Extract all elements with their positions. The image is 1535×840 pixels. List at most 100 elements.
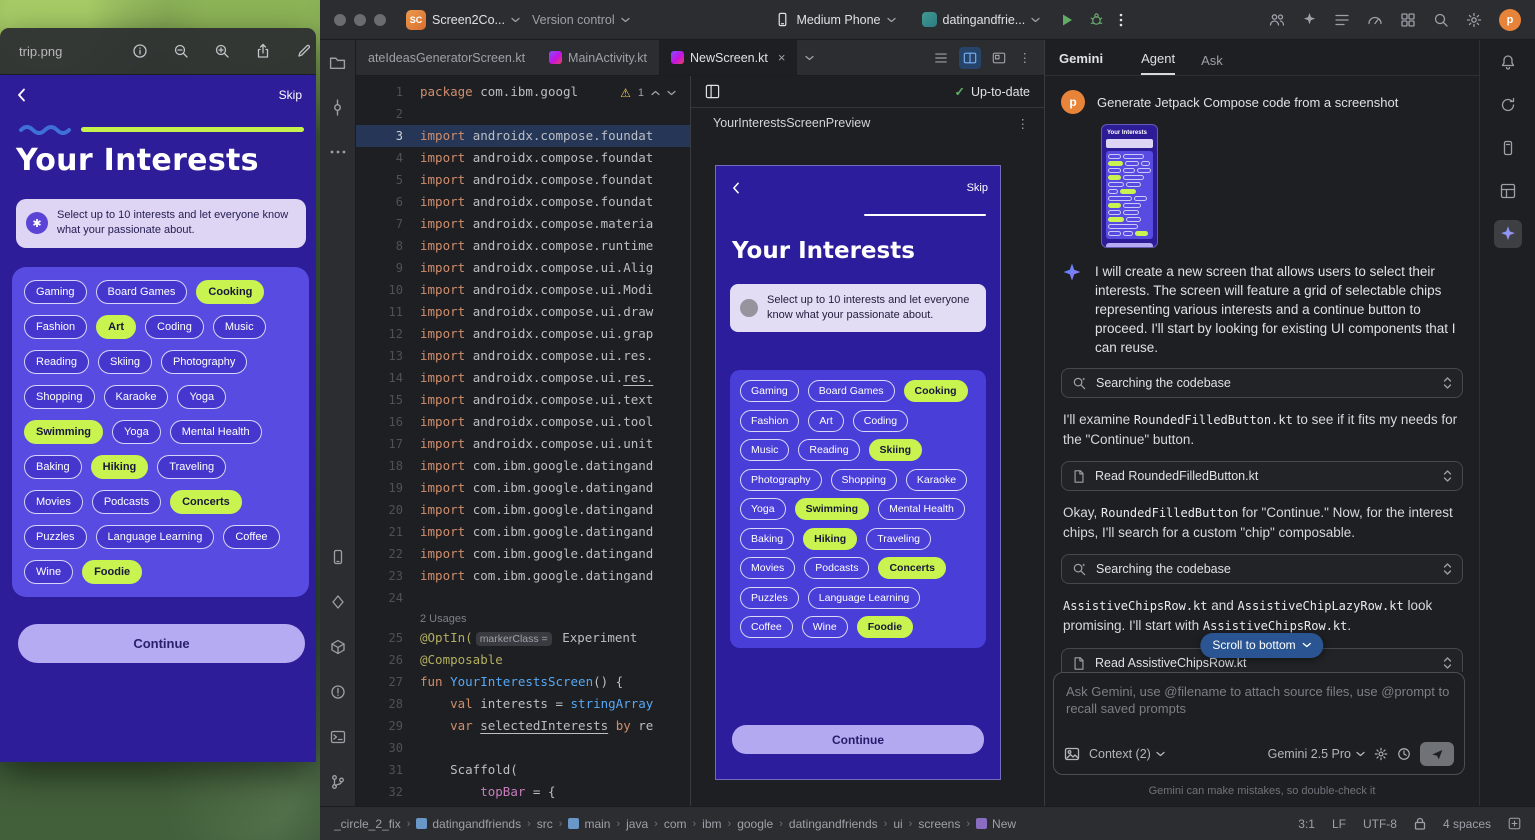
tool-call-row[interactable]: Searching the codebase — [1061, 368, 1463, 398]
gradle-sync-icon[interactable] — [1494, 91, 1522, 119]
readonly-lock-icon[interactable] — [1414, 817, 1426, 830]
breadcrumb-item[interactable]: src — [537, 817, 553, 831]
send-button[interactable] — [1420, 742, 1454, 766]
thumbnail-card — [1106, 139, 1153, 148]
hidden-tabs-chevron-icon[interactable] — [797, 40, 822, 75]
code-with-me-icon[interactable] — [1269, 12, 1285, 28]
tab-agent[interactable]: Agent — [1141, 51, 1175, 75]
window-close-button[interactable] — [334, 14, 346, 26]
todo-list-icon[interactable] — [1334, 12, 1350, 28]
prev-problem-icon[interactable] — [651, 90, 660, 96]
module-label: datingandfrie... — [943, 13, 1026, 27]
preview-canvas[interactable]: Skip Your Interests Select up to 10 inte… — [715, 165, 1001, 780]
debug-button[interactable] — [1089, 12, 1104, 27]
breadcrumb-item[interactable]: ibm — [702, 817, 721, 831]
problems-icon[interactable] — [326, 680, 350, 704]
interest-chip: Music — [740, 439, 789, 461]
code-editor[interactable]: 1package com.ibm.googl23import androidx.… — [356, 76, 690, 806]
terminal-icon[interactable] — [326, 725, 350, 749]
notifications-icon[interactable] — [1494, 48, 1522, 76]
breadcrumb-item[interactable]: datingandfriends — [789, 817, 878, 831]
share-icon[interactable] — [255, 43, 271, 59]
user-avatar[interactable]: p — [1499, 9, 1521, 31]
gemini-icon[interactable] — [1494, 220, 1522, 248]
running-devices-icon[interactable] — [326, 545, 350, 569]
structure-icon[interactable] — [326, 590, 350, 614]
build-icon[interactable] — [326, 635, 350, 659]
interest-chip: Coding — [853, 410, 908, 432]
inspections-widget[interactable]: ⚠ 1 — [614, 84, 682, 102]
kotlin-file-icon — [671, 51, 684, 64]
preview-toolbar: ✓ Up-to-date — [691, 76, 1044, 108]
split-view-icon[interactable] — [959, 47, 981, 69]
profiler-icon[interactable] — [1367, 12, 1383, 28]
device-explorer-icon[interactable] — [1494, 134, 1522, 162]
gemini-chat[interactable]: p Generate Jetpack Compose code from a s… — [1045, 76, 1479, 672]
git-branch-icon[interactable] — [326, 770, 350, 794]
tab-newscreen[interactable]: NewScreen.kt × — [659, 40, 797, 75]
next-problem-icon[interactable] — [667, 90, 676, 96]
scroll-to-bottom-button[interactable]: Scroll to bottom — [1200, 633, 1323, 658]
screenshot-thumbnail[interactable]: Your Interests — [1101, 124, 1158, 248]
caret-position[interactable]: 3:1 — [1298, 817, 1315, 831]
breadcrumb-item[interactable]: com — [664, 817, 687, 831]
breadcrumb-item[interactable]: New — [976, 817, 1016, 831]
expand-collapse-icon[interactable] — [1443, 562, 1452, 576]
editor-options-icon[interactable]: ⋮ — [1017, 50, 1035, 65]
attach-image-icon[interactable] — [1064, 746, 1080, 762]
gemini-settings-icon[interactable] — [1374, 747, 1388, 761]
tool-call-row[interactable]: Searching the codebase — [1061, 554, 1463, 584]
design-view-icon[interactable] — [988, 47, 1010, 69]
tool-call-row[interactable]: Read RoundedFilledButton.kt — [1061, 461, 1463, 491]
close-tab-icon[interactable]: × — [778, 50, 786, 65]
breadcrumb-item[interactable]: datingandfriends — [416, 817, 521, 831]
interest-chip: Coffee — [223, 525, 279, 549]
status-widget-icon[interactable] — [1508, 817, 1521, 830]
breadcrumb-item[interactable]: _circle_2_fix — [334, 817, 401, 831]
gemini-input[interactable]: Ask Gemini, use @filename to attach sour… — [1053, 672, 1465, 775]
run-configuration-selector[interactable]: datingandfrie... — [922, 12, 1041, 27]
zoom-in-icon[interactable] — [214, 43, 230, 59]
run-button[interactable] — [1060, 13, 1074, 27]
breadcrumb-item[interactable]: java — [626, 817, 648, 831]
resource-manager-icon[interactable] — [1494, 177, 1522, 205]
device-manager-icon[interactable] — [1400, 12, 1416, 28]
breadcrumb-item[interactable]: main — [568, 817, 610, 831]
model-selector[interactable]: Gemini 2.5 Pro — [1268, 747, 1365, 761]
expand-collapse-icon[interactable] — [1443, 376, 1452, 390]
more-tool-windows-icon[interactable] — [326, 140, 350, 164]
line-separator[interactable]: LF — [1332, 817, 1346, 831]
preview-menu-icon[interactable]: ⋮ — [1017, 116, 1031, 131]
info-icon[interactable] — [132, 43, 148, 59]
history-icon[interactable] — [1397, 747, 1411, 761]
markup-pencil-icon[interactable] — [296, 43, 312, 59]
commit-icon[interactable] — [326, 95, 350, 119]
thumb-chip — [1125, 161, 1140, 166]
code-view-icon[interactable] — [930, 47, 952, 69]
more-actions-icon[interactable] — [1119, 13, 1123, 27]
tab-mainactivity[interactable]: MainActivity.kt — [537, 40, 659, 75]
expand-collapse-icon[interactable] — [1443, 469, 1452, 483]
window-zoom-button[interactable] — [374, 14, 386, 26]
project-selector[interactable]: SC Screen2Co... — [406, 10, 520, 30]
ai-assistant-icon[interactable] — [1302, 12, 1317, 27]
context-selector[interactable]: Context (2) — [1089, 747, 1165, 761]
tab-ask[interactable]: Ask — [1201, 53, 1223, 75]
interest-chip: Foodie — [857, 616, 913, 638]
expand-collapse-icon[interactable] — [1443, 656, 1452, 670]
project-folder-icon[interactable] — [326, 50, 350, 74]
preview-layout-icon[interactable] — [705, 84, 720, 99]
search-icon[interactable] — [1433, 12, 1449, 28]
settings-gear-icon[interactable] — [1466, 12, 1482, 28]
breadcrumb-item[interactable]: screens — [918, 817, 960, 831]
tab-dateideasgeneratorscreen[interactable]: ateIdeasGeneratorScreen.kt — [356, 40, 537, 75]
breadcrumb-item[interactable]: ui — [893, 817, 902, 831]
window-minimize-button[interactable] — [354, 14, 366, 26]
breadcrumb-item[interactable]: google — [737, 817, 773, 831]
vcs-widget[interactable]: Version control — [532, 13, 630, 27]
indent-setting[interactable]: 4 spaces — [1443, 817, 1491, 831]
file-encoding[interactable]: UTF-8 — [1363, 817, 1397, 831]
continue-button: Continue — [732, 725, 984, 754]
device-selector[interactable]: Medium Phone — [775, 12, 895, 27]
zoom-out-icon[interactable] — [173, 43, 189, 59]
